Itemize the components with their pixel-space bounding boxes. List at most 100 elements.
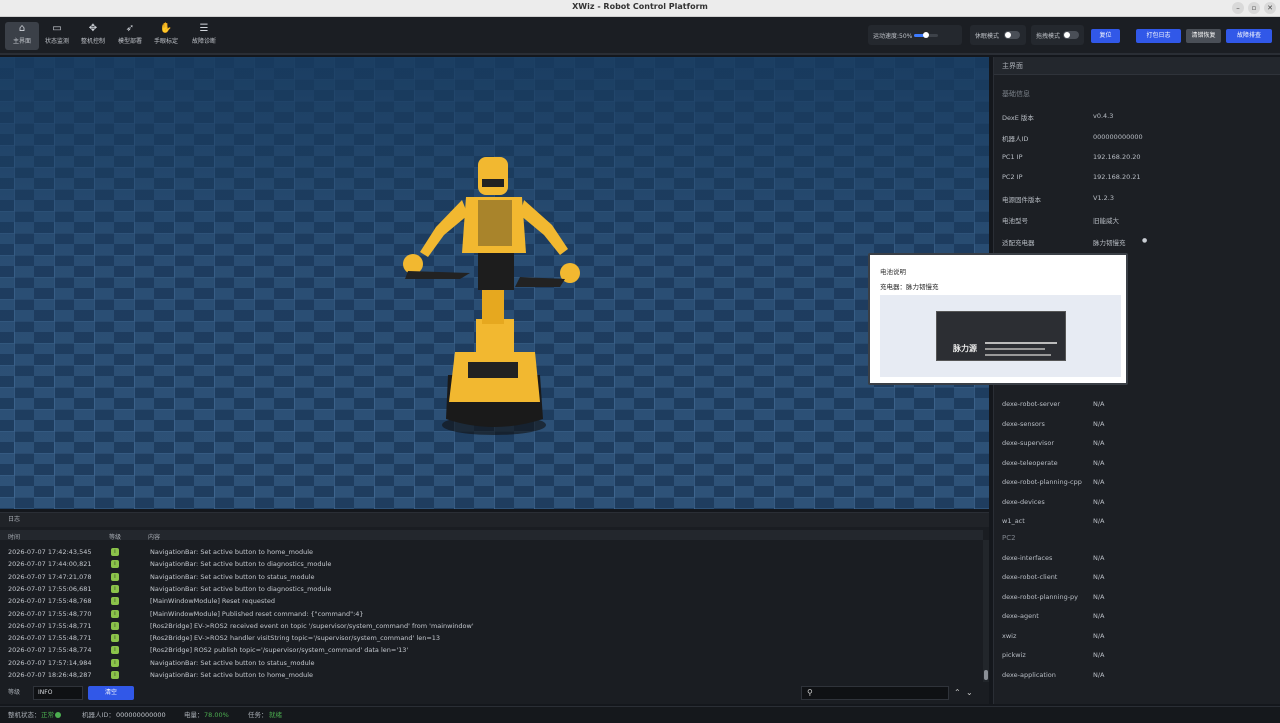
log-time: 2026-07-07 17:55:48,770 [8, 609, 92, 618]
control-icon: ✥ [88, 23, 98, 34]
log-row[interactable]: 2026-07-07 17:55:48,771 i [Ros2Bridge] EV-… [0, 632, 983, 644]
info-icon[interactable]: ● [1142, 237, 1147, 244]
module-status: N/A [1093, 478, 1105, 486]
robot-id-value: 000000000000 [116, 711, 166, 719]
log-row[interactable]: 2026-07-07 18:26:48,287 i NavigationBar: S… [0, 669, 983, 681]
info-value: 192.168.20.21 [1093, 173, 1141, 181]
log-level-icon: i [111, 621, 119, 630]
info-key: 电池型号 [1002, 217, 1028, 225]
module-name: dexe-interfaces [1002, 554, 1053, 562]
module-status: N/A [1093, 459, 1105, 467]
popup-title: 电池说明 [880, 268, 906, 276]
log-row[interactable]: 2026-07-07 17:42:43,545 i NavigationBar: S… [0, 546, 983, 558]
3d-robot-viewport[interactable] [0, 57, 989, 509]
task-value: 就绪 [269, 711, 282, 719]
module-status: N/A [1093, 517, 1105, 525]
log-row[interactable]: 2026-07-07 17:55:48,771 i [Ros2Bridge] EV-… [0, 620, 983, 632]
log-level-icon: i [111, 646, 119, 655]
module-status: N/A [1093, 573, 1105, 581]
log-level-icon: i [111, 584, 119, 593]
module-status: N/A [1093, 400, 1105, 408]
log-level-icon: i [111, 560, 119, 569]
log-row[interactable]: 2026-07-07 17:47:21,078 i NavigationBar: S… [0, 571, 983, 583]
home-icon: ⌂ [18, 23, 26, 34]
nav-control-button[interactable]: ✥ 整机控制 [76, 22, 110, 50]
level-select[interactable]: INFO [33, 686, 83, 700]
module-name: dexe-robot-planning-cpp [1002, 478, 1082, 486]
nav-diagnostics-button[interactable]: ☰ 故障诊断 [187, 22, 221, 50]
module-name: dexe-devices [1002, 498, 1045, 506]
reset-button[interactable]: 复位 [1091, 29, 1120, 43]
search-next-icon[interactable]: ⌄ [966, 686, 973, 700]
log-content: NavigationBar: Set active button to diag… [150, 560, 332, 569]
log-row[interactable]: 2026-07-07 17:55:48,770 i [MainWindowModul… [0, 608, 983, 620]
clear-log-button[interactable]: 清空 [88, 686, 134, 700]
log-search-input[interactable]: ⚲ [801, 686, 949, 700]
speed-slider[interactable] [914, 32, 938, 38]
nav-calibration-button[interactable]: ✋ 手眼标定 [149, 22, 183, 50]
module-row: dexe-devices N/A [1002, 498, 1272, 510]
info-row: 适配充电器 脉力韧慢充 ● [1002, 237, 1272, 249]
charger-photo: 脉力源 [936, 311, 1066, 361]
module-row: dexe-robot-client N/A [1002, 573, 1272, 585]
log-row[interactable]: 2026-07-07 17:55:06,681 i NavigationBar: S… [0, 583, 983, 595]
state-value: 正常 [41, 711, 54, 719]
battery-info-popup: 电池说明 充电器：脉力韧慢充 脉力源 [868, 253, 1128, 385]
charger-image: 脉力源 [880, 295, 1121, 377]
robot-id-label: 机器人ID： [82, 711, 115, 719]
log-row[interactable]: 2026-07-07 17:55:48,774 i [Ros2Bridge] ROS… [0, 644, 983, 656]
module-name: dexe-robot-client [1002, 573, 1058, 581]
info-row: DexE 版本 v0.4.3 [1002, 112, 1272, 124]
log-time: 2026-07-07 18:26:48,287 [8, 671, 92, 679]
status-bar: 整机状态： 正常 机器人ID： 000000000000 电量： 78.00% … [0, 706, 1280, 722]
close-icon[interactable]: ✕ [1264, 2, 1276, 14]
log-row[interactable]: 2026-07-07 17:55:48,768 i [MainWindowModul… [0, 595, 983, 607]
log-content: [MainWindowModule] Published reset comma… [150, 609, 364, 618]
log-content: NavigationBar: Set active button to stat… [150, 572, 315, 581]
log-panel: 日志 时间 等级 内容 2026-07-07 17:42:43,545 i Navi… [0, 512, 989, 704]
log-scrollbar[interactable] [983, 540, 989, 682]
col-content: 内容 [148, 534, 161, 541]
log-time: 2026-07-07 17:44:00,821 [8, 560, 92, 569]
fault-clear-button[interactable]: 故障排查 [1226, 29, 1272, 43]
minimize-icon[interactable]: – [1232, 2, 1244, 14]
nav-deploy-button[interactable]: ➶ 模型部署 [113, 22, 147, 50]
window-titlebar: XWiz - Robot Control Platform – ▫ ✕ [0, 0, 1280, 17]
module-status: N/A [1093, 554, 1105, 562]
log-level-icon: i [111, 609, 119, 618]
status-dot-icon [55, 712, 61, 718]
module-row: dexe-teleoperate N/A [1002, 459, 1272, 471]
module-status: N/A [1093, 439, 1105, 447]
info-value: 192.168.20.20 [1093, 153, 1141, 161]
log-level-icon: i [111, 548, 119, 556]
col-time: 时间 [8, 534, 21, 541]
info-value: 000000000000 [1093, 133, 1143, 141]
info-row: 机器人ID 000000000000 [1002, 133, 1272, 145]
log-time: 2026-07-07 17:55:48,774 [8, 646, 92, 655]
module-status: N/A [1093, 612, 1105, 620]
state-label: 整机状态： [8, 711, 41, 719]
log-time: 2026-07-07 17:42:43,545 [8, 548, 92, 556]
pause-mode-label: 休眠模式 [975, 33, 1000, 40]
search-prev-icon[interactable]: ⌃ [954, 686, 961, 700]
module-name: dexe-robot-planning-py [1002, 593, 1079, 601]
pause-mode-toggle[interactable] [1004, 31, 1020, 39]
col-level: 等级 [109, 534, 122, 541]
module-name: w1_act [1002, 517, 1025, 525]
info-value: v0.4.3 [1093, 112, 1114, 120]
pack-logs-button[interactable]: 打包日志 [1136, 29, 1181, 43]
log-row[interactable]: 2026-07-07 17:57:14,984 i NavigationBar: S… [0, 657, 983, 669]
log-content: [MainWindowModule] Reset requested [150, 597, 275, 606]
log-row[interactable]: 2026-07-07 17:44:00,821 i NavigationBar: S… [0, 558, 983, 570]
level-filter-label: 等级 [8, 689, 21, 696]
basic-info-title: 基础信息 [1002, 90, 1030, 98]
nav-status-button[interactable]: ▭ 状态监测 [40, 22, 74, 50]
info-row: 电池型号 旧能威大 [1002, 215, 1272, 227]
maximize-icon[interactable]: ▫ [1248, 2, 1260, 14]
log-time: 2026-07-07 17:55:48,771 [8, 634, 92, 643]
clear-error-button[interactable]: 清错恢复 [1186, 29, 1221, 43]
speed-slider-knob[interactable] [923, 32, 929, 38]
drag-mode-toggle[interactable] [1063, 31, 1079, 39]
nav-label: 故障诊断 [191, 38, 216, 45]
log-content: [Ros2Bridge] EV->ROS2 handler visitStrin… [150, 634, 441, 643]
